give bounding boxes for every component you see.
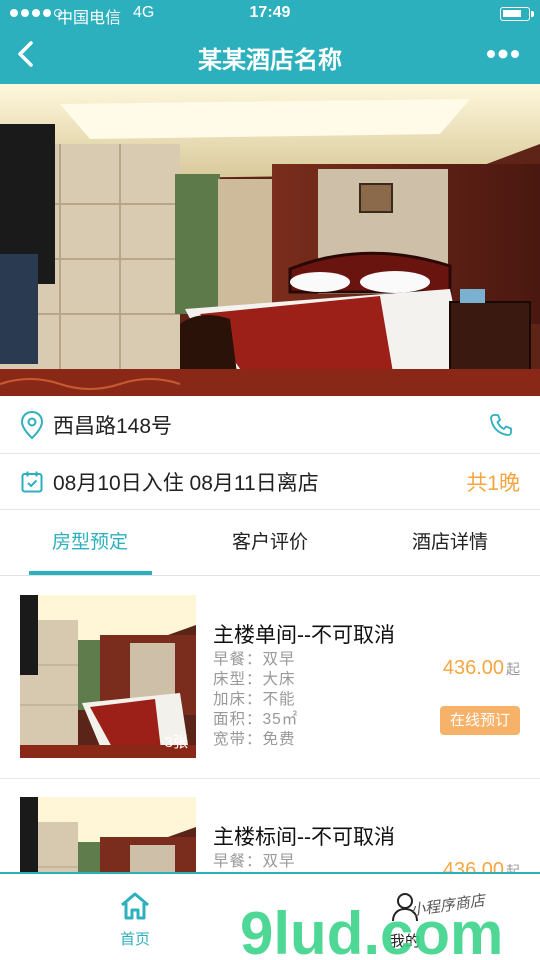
- book-online-button[interactable]: 在线预订: [440, 706, 520, 735]
- page-title: 某某酒店名称: [198, 47, 342, 74]
- hotel-room-photo: [0, 84, 540, 396]
- room-spec: 早餐：双早: [213, 650, 298, 670]
- room-card[interactable]: 3张 主楼单间--不可取消 早餐：双早 床型：大床 加床：不能 面积：35㎡ 宽带：免费 43…: [0, 577, 540, 779]
- price-amount: 436.00: [442, 859, 504, 873]
- hero-carousel[interactable]: [0, 84, 540, 396]
- room-spec: 宽带：免费: [213, 730, 298, 750]
- photo-count: 3张: [164, 734, 188, 751]
- room-card[interactable]: 主楼标间--不可取消 早餐：双早 436.00 起: [0, 779, 540, 873]
- room-price: 436.00 起: [443, 859, 520, 873]
- status-time: 17:49: [249, 4, 291, 21]
- tab-reviews[interactable]: 客户评价: [180, 510, 360, 575]
- section-tabs: 房型预定 客户评价 酒店详情: [0, 510, 540, 576]
- more-options-icon[interactable]: [486, 44, 520, 64]
- spec-label: 早餐：: [213, 853, 263, 870]
- battery-icon: [500, 7, 534, 21]
- spec-label: 加床：: [213, 691, 263, 708]
- room-list: 3张 主楼单间--不可取消 早餐：双早 床型：大床 加床：不能 面积：35㎡ 宽带：免费 43…: [0, 577, 540, 873]
- room-spec: 加床：不能: [213, 690, 298, 710]
- room-spec: 早餐：双早: [213, 852, 296, 872]
- room-photo: [20, 797, 196, 873]
- tab-home-label: 首页: [119, 931, 150, 948]
- spec-value: 35㎡: [262, 711, 299, 728]
- price-suffix: 起: [506, 661, 520, 677]
- room-thumbnail[interactable]: [20, 797, 196, 873]
- location-pin-icon: [20, 410, 44, 439]
- bottom-tab-bar: 首页 我的: [0, 872, 540, 960]
- tab-room-booking[interactable]: 房型预定: [0, 510, 180, 575]
- address-row[interactable]: 西昌路148号: [0, 396, 540, 454]
- top-bar: 中国电信 4G 17:49 某某酒店名称: [0, 0, 540, 84]
- room-spec: 床型：大床: [213, 670, 298, 690]
- hotel-address: 西昌路148号: [53, 414, 173, 438]
- room-name: 主楼单间--不可取消: [213, 624, 395, 647]
- spec-label: 早餐：: [213, 651, 263, 668]
- room-name: 主楼标间--不可取消: [213, 826, 395, 849]
- spec-value: 双早: [262, 853, 296, 870]
- stay-dates-row[interactable]: 08月10日入住 08月11日离店 共1晚: [0, 454, 540, 510]
- spec-value: 双早: [262, 651, 296, 668]
- tab-mine[interactable]: 我的: [370, 892, 440, 951]
- stay-dates: 08月10日入住 08月11日离店: [53, 471, 319, 495]
- room-spec: 面积：35㎡: [213, 710, 298, 730]
- nights-count: 共1晚: [466, 471, 520, 495]
- spec-value: 大床: [262, 671, 296, 688]
- phone-icon[interactable]: [488, 412, 514, 438]
- spec-value: 不能: [262, 691, 296, 708]
- room-thumbnail[interactable]: 3张: [20, 595, 196, 758]
- spec-value: 免费: [262, 731, 296, 748]
- home-icon: [121, 892, 149, 920]
- tab-hotel-details[interactable]: 酒店详情: [360, 510, 540, 575]
- tab-home[interactable]: 首页: [100, 892, 170, 949]
- room-specs: 早餐：双早 床型：大床 加床：不能 面积：35㎡ 宽带：免费: [213, 650, 298, 750]
- status-bar: 中国电信 4G 17:49: [0, 0, 540, 28]
- spec-label: 面积：: [213, 711, 263, 728]
- room-price: 436.00 起: [443, 657, 520, 680]
- spec-label: 床型：: [213, 671, 263, 688]
- tab-mine-label: 我的: [389, 933, 420, 950]
- calendar-icon: [21, 471, 43, 492]
- user-icon: [392, 893, 418, 922]
- price-amount: 436.00: [442, 657, 504, 679]
- room-specs: 早餐：双早: [213, 852, 296, 872]
- spec-label: 宽带：: [213, 731, 263, 748]
